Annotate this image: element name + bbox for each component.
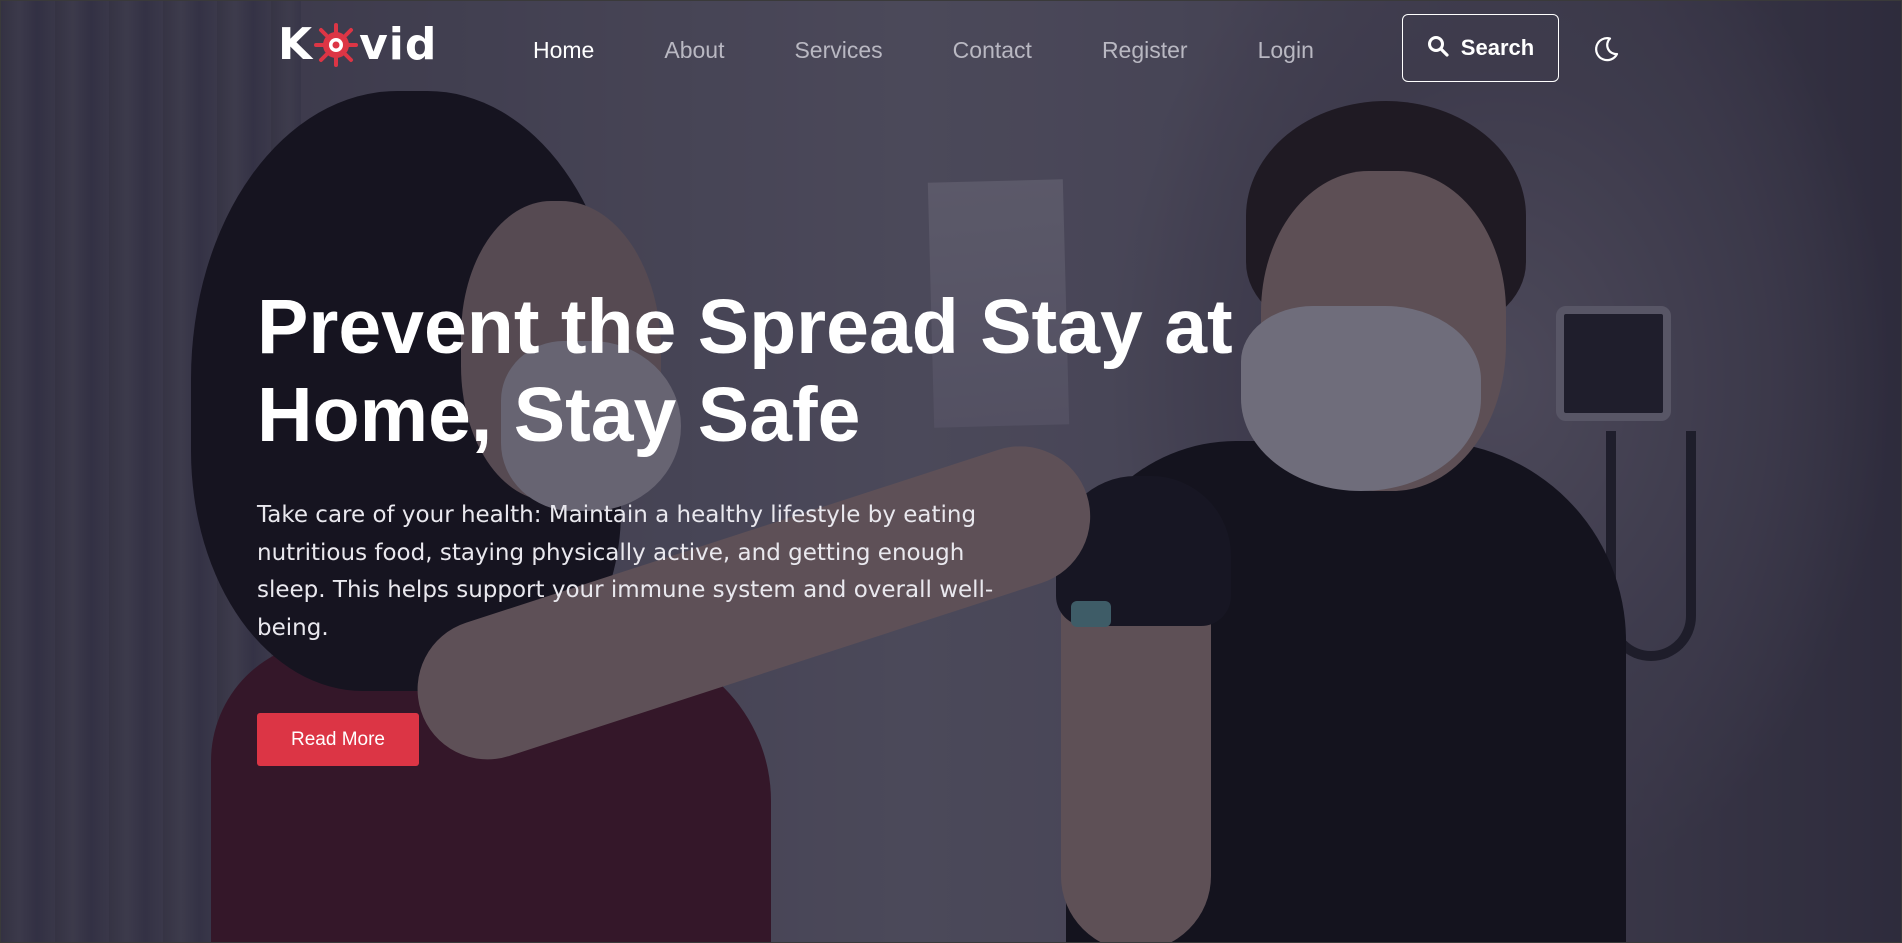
search-icon	[1427, 35, 1449, 61]
hero-section: K vid Home About Services Contact Regist…	[0, 0, 1902, 943]
brand-logo[interactable]: K vid	[278, 19, 437, 70]
nav-item-home[interactable]: Home	[533, 35, 594, 65]
brand-name-start: K	[278, 19, 314, 70]
nav-item-register[interactable]: Register	[1102, 35, 1188, 65]
hero-description: Take care of your health: Maintain a hea…	[257, 502, 994, 641]
search-button[interactable]: Search	[1402, 14, 1559, 82]
brand-name-end: vid	[359, 19, 438, 70]
moon-icon[interactable]	[1591, 34, 1621, 64]
nav-item-services[interactable]: Services	[794, 35, 882, 65]
read-more-button[interactable]: Read More	[257, 713, 419, 766]
nav-menu: Home About Services Contact Register Log…	[533, 35, 1384, 65]
navbar: K vid Home About Services Contact Regist…	[1, 1, 1901, 96]
hero-title: Prevent the Spread Stay at Home, Stay Sa…	[257, 284, 1233, 458]
hero-content: Prevent the Spread Stay at Home, Stay Sa…	[257, 283, 1237, 766]
nav-item-contact[interactable]: Contact	[953, 35, 1032, 65]
nav-item-login[interactable]: Login	[1258, 35, 1314, 65]
virus-icon	[314, 22, 359, 67]
nav-item-about[interactable]: About	[664, 35, 724, 65]
search-button-label: Search	[1460, 35, 1535, 60]
